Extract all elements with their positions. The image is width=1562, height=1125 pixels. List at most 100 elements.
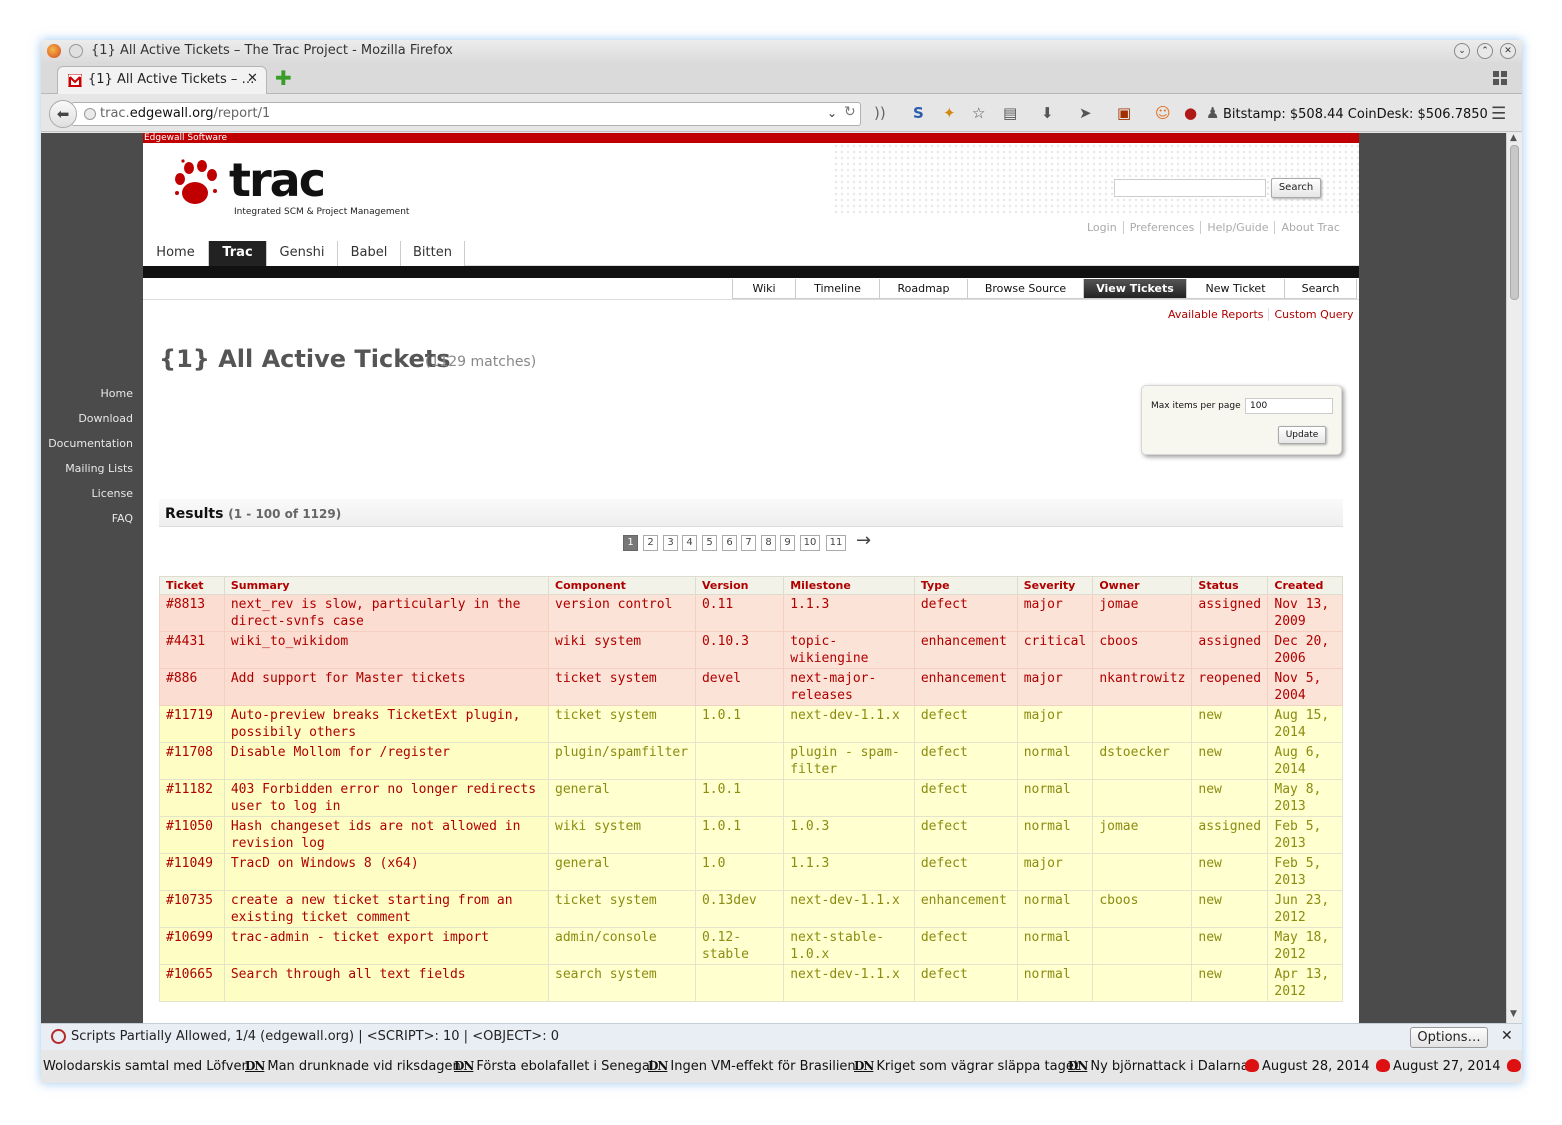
col-created[interactable]: Created <box>1267 576 1343 595</box>
sidebar-item-home[interactable]: Home <box>101 387 133 400</box>
mainnav-roadmap[interactable]: Roadmap <box>879 279 967 299</box>
page-10[interactable]: 10 <box>800 535 820 551</box>
noscript-icon[interactable]: S <box>913 106 924 121</box>
table-row[interactable]: #11049 TracD on Windows 8 (x64) general 1.0… <box>159 853 1343 891</box>
minimize-icon[interactable]: ⌄ <box>1454 43 1470 59</box>
page-2[interactable]: 2 <box>643 535 658 551</box>
cell-ticket[interactable]: #11050 <box>159 816 225 854</box>
col-version[interactable]: Version <box>694 576 785 595</box>
mainnav-new-ticket[interactable]: New Ticket <box>1186 279 1284 299</box>
page-7[interactable]: 7 <box>741 535 756 551</box>
page-5[interactable]: 5 <box>702 535 717 551</box>
browser-tab[interactable]: {1} All Active Tickets – … ✕ <box>57 66 267 94</box>
bookmark-item-4[interactable]: DN Kriget som vägrar släppa taget <box>854 1059 1079 1074</box>
download-icon[interactable]: ⬇ <box>1041 106 1054 121</box>
col-owner[interactable]: Owner <box>1092 576 1193 595</box>
project-tab-babel[interactable]: Babel <box>338 241 401 266</box>
vertical-scrollbar[interactable]: ▲ ▼ <box>1506 133 1522 1023</box>
bookmark-item-3[interactable]: DN Ingen VM-effekt för Brasilien <box>648 1059 856 1074</box>
table-row[interactable]: #4431 wiki_to_wikidom wiki system 0.10.3 top… <box>159 631 1343 669</box>
cell-ticket[interactable]: #10699 <box>159 927 225 965</box>
addon-square-icon[interactable]: ▣ <box>1117 106 1131 121</box>
cell-summary[interactable]: Add support for Master tickets <box>223 668 550 706</box>
close-tab-icon[interactable]: ✕ <box>247 71 258 86</box>
table-row[interactable]: #8813 next_rev is slow, particularly in t… <box>159 594 1343 632</box>
site-search-button[interactable]: Search <box>1271 178 1321 198</box>
window-menu-icon[interactable] <box>69 44 83 58</box>
project-tab-trac[interactable]: Trac <box>209 241 267 266</box>
cell-ticket[interactable]: #11708 <box>159 742 225 780</box>
bookmark-item-7[interactable]: August 27, 2014 <box>1376 1059 1501 1074</box>
page-11[interactable]: 11 <box>826 535 846 551</box>
page-4[interactable]: 4 <box>682 535 697 551</box>
bookmark-item-6[interactable]: August 28, 2014 <box>1245 1059 1370 1074</box>
bookmarks-overflow-icon[interactable] <box>1507 1059 1522 1074</box>
user-icon[interactable]: ♟ <box>1206 106 1219 121</box>
cell-ticket[interactable]: #11719 <box>159 705 225 743</box>
rss-icon[interactable]: )) <box>874 106 886 121</box>
col-summary[interactable]: Summary <box>223 576 550 595</box>
metanav-login[interactable]: Login <box>1081 221 1123 234</box>
cell-ticket[interactable]: #11182 <box>159 779 225 817</box>
menu-icon[interactable]: ☰ <box>1491 104 1506 124</box>
page-8[interactable]: 8 <box>761 535 776 551</box>
table-row[interactable]: #886 Add support for Master tickets ticket… <box>159 668 1343 706</box>
bookmark-item-5[interactable]: DN Ny björnattack i Dalarna <box>1068 1059 1249 1074</box>
page-9[interactable]: 9 <box>780 535 795 551</box>
metanav-help[interactable]: Help/Guide <box>1200 221 1275 234</box>
bookmark-item-1[interactable]: DN Man drunknade vid riksdagen <box>245 1059 461 1074</box>
cell-summary[interactable]: Search through all text fields <box>223 964 550 1002</box>
new-tab-icon[interactable]: ✚ <box>275 68 292 88</box>
trac-logo-text[interactable]: trac <box>229 157 326 203</box>
scrollbar-thumb[interactable] <box>1510 145 1519 300</box>
trac-paw-logo-icon[interactable] <box>173 155 223 210</box>
tab-groups-icon[interactable] <box>1493 71 1507 85</box>
vendor-link[interactable]: Edgewall Software <box>144 133 227 143</box>
cell-summary[interactable]: wiki_to_wikidom <box>223 631 550 669</box>
bookmark-item-2[interactable]: DN Första ebolafallet i Senegal <box>454 1059 654 1074</box>
cell-summary[interactable]: Auto-preview breaks TicketExt plugin, po… <box>223 705 550 743</box>
send-icon[interactable]: ➤ <box>1079 106 1092 121</box>
custom-query-link[interactable]: Custom Query <box>1268 308 1359 321</box>
cell-ticket[interactable]: #4431 <box>159 631 225 669</box>
mainnav-search[interactable]: Search <box>1284 279 1357 299</box>
sidebar-item-mailing-lists[interactable]: Mailing Lists <box>65 462 133 475</box>
sidebar-item-download[interactable]: Download <box>78 412 133 425</box>
cell-summary[interactable]: TracD on Windows 8 (x64) <box>223 853 550 891</box>
col-status[interactable]: Status <box>1191 576 1269 595</box>
project-tab-bitten[interactable]: Bitten <box>401 241 465 266</box>
max-items-input[interactable]: 100 <box>1245 398 1333 414</box>
bookmark-star-icon[interactable]: ☆ <box>972 106 985 121</box>
metanav-about[interactable]: About Trac <box>1274 221 1346 234</box>
update-button[interactable]: Update <box>1278 426 1326 444</box>
history-dropdown-icon[interactable]: ⌄ <box>827 106 837 120</box>
next-page-arrow-icon[interactable]: → <box>856 530 871 551</box>
cell-ticket[interactable]: #886 <box>159 668 225 706</box>
mainnav-browse-source[interactable]: Browse Source <box>967 279 1083 299</box>
page-1[interactable]: 1 <box>623 535 638 551</box>
addon-face-icon[interactable]: ☺ <box>1155 106 1171 121</box>
sidebar-item-documentation[interactable]: Documentation <box>48 437 133 450</box>
btc-ticker[interactable]: Bitstamp: $508.44 CoinDesk: $506.7850 <box>1223 107 1488 122</box>
cell-summary[interactable]: Hash changeset ids are not allowed in re… <box>223 816 550 854</box>
table-row[interactable]: #10665 Search through all text fields sear… <box>159 964 1343 1002</box>
url-bar[interactable]: trac.edgewall.org/report/1 ⌄ ↻ <box>71 102 861 126</box>
cell-ticket[interactable]: #11049 <box>159 853 225 891</box>
table-row[interactable]: #11182 403 Forbidden error no longer redi… <box>159 779 1343 817</box>
bookmarks-list-icon[interactable]: ▤ <box>1003 106 1017 121</box>
table-row[interactable]: #10735 create a new ticket starting from … <box>159 890 1343 928</box>
col-type[interactable]: Type <box>913 576 1018 595</box>
col-milestone[interactable]: Milestone <box>783 576 915 595</box>
url-text[interactable]: trac.edgewall.org/report/1 <box>100 106 270 121</box>
cell-ticket[interactable]: #10735 <box>159 890 225 928</box>
scroll-down-icon[interactable]: ▼ <box>1510 1009 1517 1019</box>
table-row[interactable]: #11719 Auto-preview breaks TicketExt plug… <box>159 705 1343 743</box>
table-row[interactable]: #11708 Disable Mollom for /register plugin… <box>159 742 1343 780</box>
mainnav-view-tickets[interactable]: View Tickets <box>1083 279 1186 299</box>
mainnav-wiki[interactable]: Wiki <box>732 279 795 299</box>
col-component[interactable]: Component <box>548 576 696 595</box>
project-tab-home[interactable]: Home <box>143 241 209 266</box>
cell-ticket[interactable]: #10665 <box>159 964 225 1002</box>
page-6[interactable]: 6 <box>722 535 737 551</box>
options-button[interactable]: Options… <box>1410 1027 1488 1048</box>
